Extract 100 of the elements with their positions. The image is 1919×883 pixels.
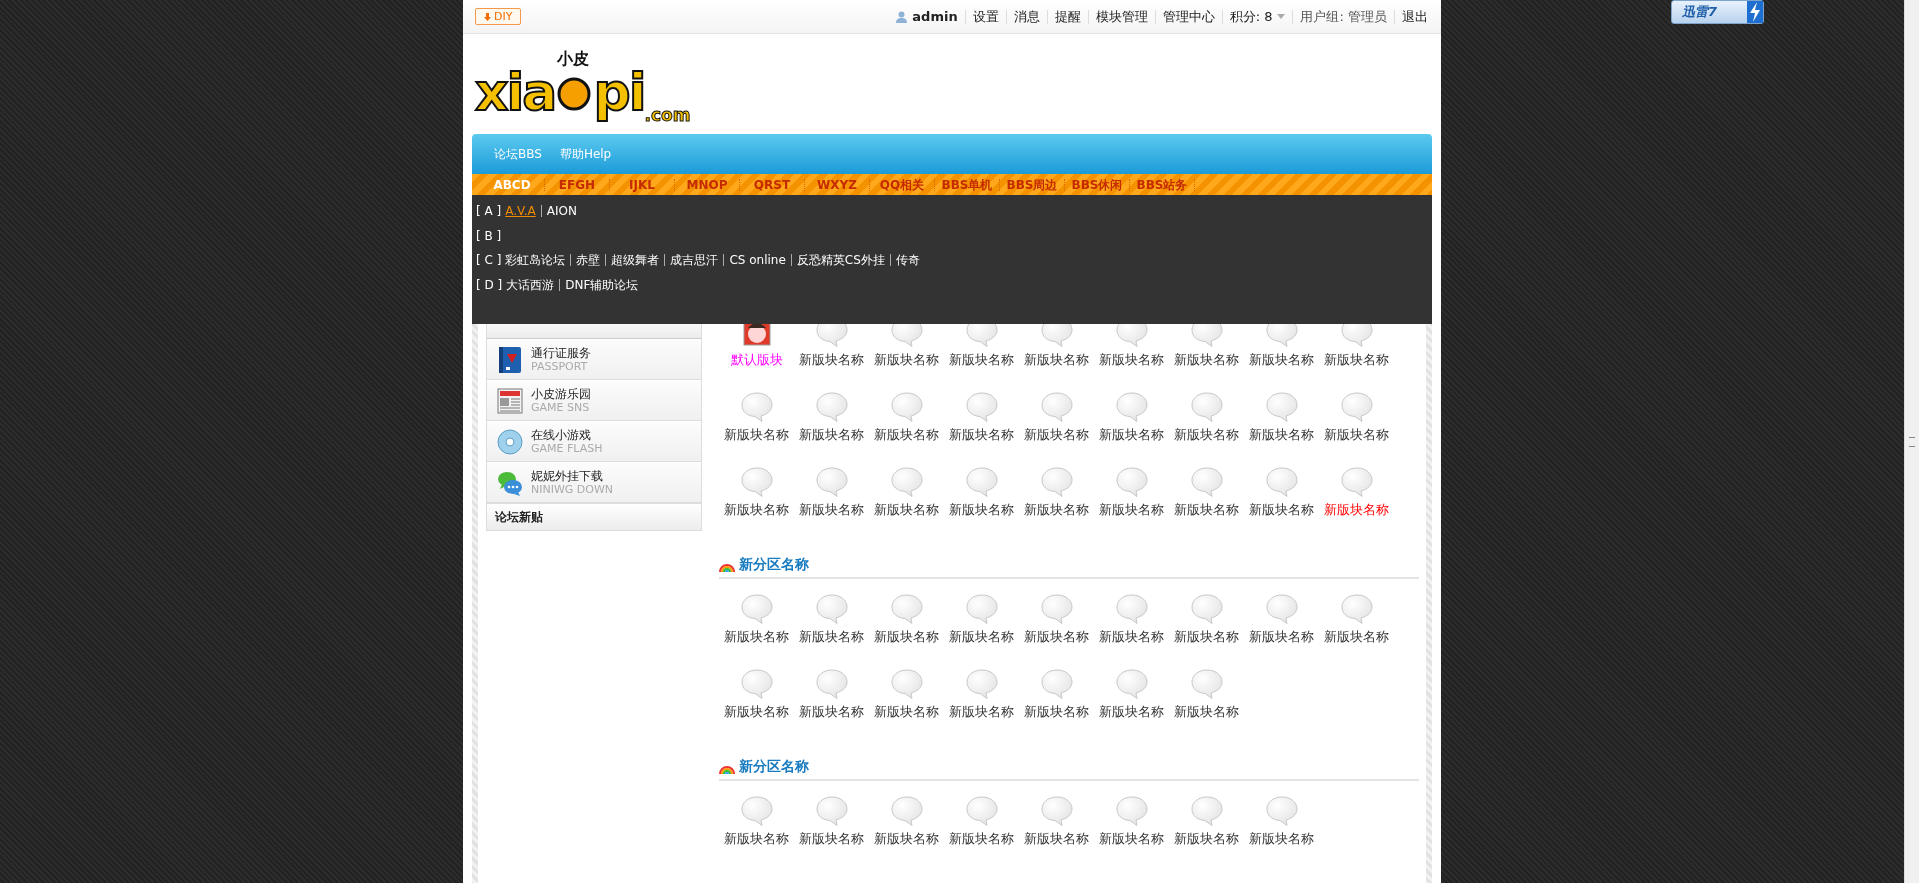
forum-name-link[interactable]: 新版块名称 <box>949 832 1014 846</box>
lightning-icon <box>1747 1 1763 23</box>
caret-icon <box>1277 14 1286 19</box>
forum-name-link[interactable]: 新版块名称 <box>724 428 789 442</box>
forum-name-link[interactable]: 新版块名称 <box>799 705 864 719</box>
forum-link[interactable]: 反恐精英CS外挂 <box>790 254 890 267</box>
forum-name-link[interactable]: 新版块名称 <box>1249 353 1314 367</box>
item-title: 在线小游戏 <box>531 428 592 442</box>
toolbar-link[interactable]: 消息 <box>1005 9 1047 24</box>
forum-name-link[interactable]: 新版块名称 <box>1249 428 1314 442</box>
forum-name-link[interactable]: 新版块名称 <box>1174 353 1239 367</box>
forum-name-link[interactable]: 新版块名称 <box>724 832 789 846</box>
forum-name-link[interactable]: 新版块名称 <box>724 705 789 719</box>
forum-name-link[interactable]: 新版块名称 <box>1099 428 1164 442</box>
forum-name-link[interactable]: 新版块名称 <box>1099 353 1164 367</box>
user-icon <box>896 10 908 23</box>
forum-link[interactable]: DNF辅助论坛 <box>559 278 644 291</box>
forum-name-link[interactable]: 新版块名称 <box>1024 503 1089 517</box>
forum-name-link[interactable]: 新版块名称 <box>949 353 1014 367</box>
forum-name-link[interactable]: 新版块名称 <box>799 353 864 367</box>
points-link[interactable]: 积分: 8 <box>1229 9 1273 24</box>
forum-name-link[interactable]: 新版块名称 <box>1324 428 1389 442</box>
sidebar-item[interactable]: 小皮游乐园 GAME SNS <box>487 380 701 421</box>
toolbar-link[interactable]: 管理中心 <box>1154 9 1222 24</box>
forum-name-link[interactable]: 新版块名称 <box>1099 832 1164 846</box>
disc-icon <box>497 427 523 456</box>
chick-icon <box>557 77 592 111</box>
forum-name-link[interactable]: 新版块名称 <box>1024 705 1089 719</box>
scroll-grip-icon[interactable] <box>1909 436 1915 447</box>
forum-name-link[interactable]: 新版块名称 <box>1174 705 1239 719</box>
forum-name-link[interactable]: 新版块名称 <box>1099 503 1164 517</box>
letter-label: [ C ] <box>476 253 502 268</box>
forum-name-link[interactable]: 新版块名称 <box>1174 832 1239 846</box>
section-title: 新分区名称 <box>739 758 809 776</box>
forum-link[interactable]: 超级舞者 <box>605 254 665 267</box>
toolbar-link[interactable]: 设置 <box>964 9 1006 24</box>
section-title: 新分区名称 <box>739 556 809 574</box>
sidebar-header: 论坛新贴 <box>487 503 701 530</box>
book-icon <box>497 345 523 374</box>
forum-name-link[interactable]: 新版块名称 <box>874 630 939 644</box>
forum-name-link[interactable]: 新版块名称 <box>949 503 1014 517</box>
forum-name-link[interactable]: 新版块名称 <box>874 353 939 367</box>
letter-label: [ D ] <box>476 277 503 292</box>
forum-link[interactable]: AION <box>540 205 582 218</box>
forum-name-link[interactable]: 新版块名称 <box>724 503 789 517</box>
forum-name-link[interactable]: 新版块名称 <box>1249 630 1314 644</box>
forum-name-link[interactable]: 新版块名称 <box>1024 630 1089 644</box>
forum-name-link[interactable]: 新版块名称 <box>799 428 864 442</box>
item-title: 妮妮外挂下载 <box>531 469 604 483</box>
forum-name-link[interactable]: 新版块名称 <box>799 630 864 644</box>
forum-name-link[interactable]: 新版块名称 <box>1174 428 1239 442</box>
forum-name-link[interactable]: 新版块名称 <box>1099 705 1164 719</box>
forum-name-link[interactable]: 新版块名称 <box>1024 832 1089 846</box>
forum-name-link[interactable]: 新版块名称 <box>724 630 789 644</box>
down-arrow-icon <box>484 12 491 21</box>
sidebar-item[interactable]: 在线小游戏 GAME FLASH <box>487 421 701 462</box>
letter-label: [ B ] <box>476 228 502 243</box>
forum-name-link[interactable]: 新版块名称 <box>949 705 1014 719</box>
forum-name-link[interactable]: 新版块名称 <box>799 832 864 846</box>
forum-name-link[interactable]: 新版块名称 <box>1324 353 1389 367</box>
item-subtitle: NINIWG DOWN <box>531 482 614 496</box>
sidebar-item[interactable]: 通行证服务 PASSPORT <box>487 339 701 380</box>
forum-name-link[interactable]: 新版块名称 <box>874 428 939 442</box>
logo-text: xia <box>475 67 556 117</box>
forum-name-link[interactable]: 新版块名称 <box>1174 503 1239 517</box>
forum-link[interactable]: 传奇 <box>889 254 925 267</box>
item-subtitle: PASSPORT <box>531 359 589 373</box>
forum-link[interactable]: 成吉思汗 <box>664 254 724 267</box>
forum-name-link[interactable]: 新版块名称 <box>874 832 939 846</box>
forum-link[interactable]: 大话西游 <box>506 278 560 291</box>
forum-name-link[interactable]: 新版块名称 <box>949 428 1014 442</box>
forum-name-link[interactable]: 新版块名称 <box>1324 630 1389 644</box>
newspaper-icon <box>497 386 523 415</box>
forum-link[interactable]: A.V.A <box>505 205 541 218</box>
forum-name-link[interactable]: 新版块名称 <box>1024 353 1089 367</box>
forum-name-link[interactable]: 新版块名称 <box>1024 428 1089 442</box>
forum-link[interactable]: 赤壁 <box>570 254 606 267</box>
forum-name-link[interactable]: 新版块名称 <box>799 503 864 517</box>
forum-name-link[interactable]: 新版块名称 <box>1174 630 1239 644</box>
forum-name-link[interactable]: 新版块名称 <box>874 705 939 719</box>
forum-link[interactable]: CS online <box>723 254 791 267</box>
forum-name-link[interactable]: 新版块名称 <box>1249 832 1314 846</box>
logout-link[interactable]: 退出 <box>1394 9 1435 24</box>
letter-label: [ A ] <box>476 204 502 219</box>
toolbar-link[interactable]: 提醒 <box>1046 9 1088 24</box>
forum-name-link[interactable]: 新版块名称 <box>949 630 1014 644</box>
toolbar-link[interactable]: 模块管理 <box>1087 9 1155 24</box>
item-title: 通行证服务 <box>531 346 591 360</box>
forum-name-link[interactable]: 新版块名称 <box>1249 503 1314 517</box>
logo-text: 小皮 <box>557 51 590 67</box>
username-link[interactable]: admin <box>912 9 958 24</box>
sidebar-item[interactable]: 妮妮外挂下载 NINIWG DOWN <box>487 462 701 503</box>
forum-link[interactable]: 彩虹岛论坛 <box>505 254 571 267</box>
forum-name-link[interactable]: 新版块名称 <box>1099 630 1164 644</box>
item-subtitle: GAME FLASH <box>531 441 603 455</box>
forum-name-link[interactable]: 新版块名称 <box>1324 503 1389 517</box>
item-subtitle: GAME SNS <box>531 400 591 414</box>
plugin-button[interactable]: 迅雷7 <box>1671 0 1764 24</box>
scrollbar[interactable] <box>1904 0 1919 883</box>
forum-name-link[interactable]: 新版块名称 <box>874 503 939 517</box>
